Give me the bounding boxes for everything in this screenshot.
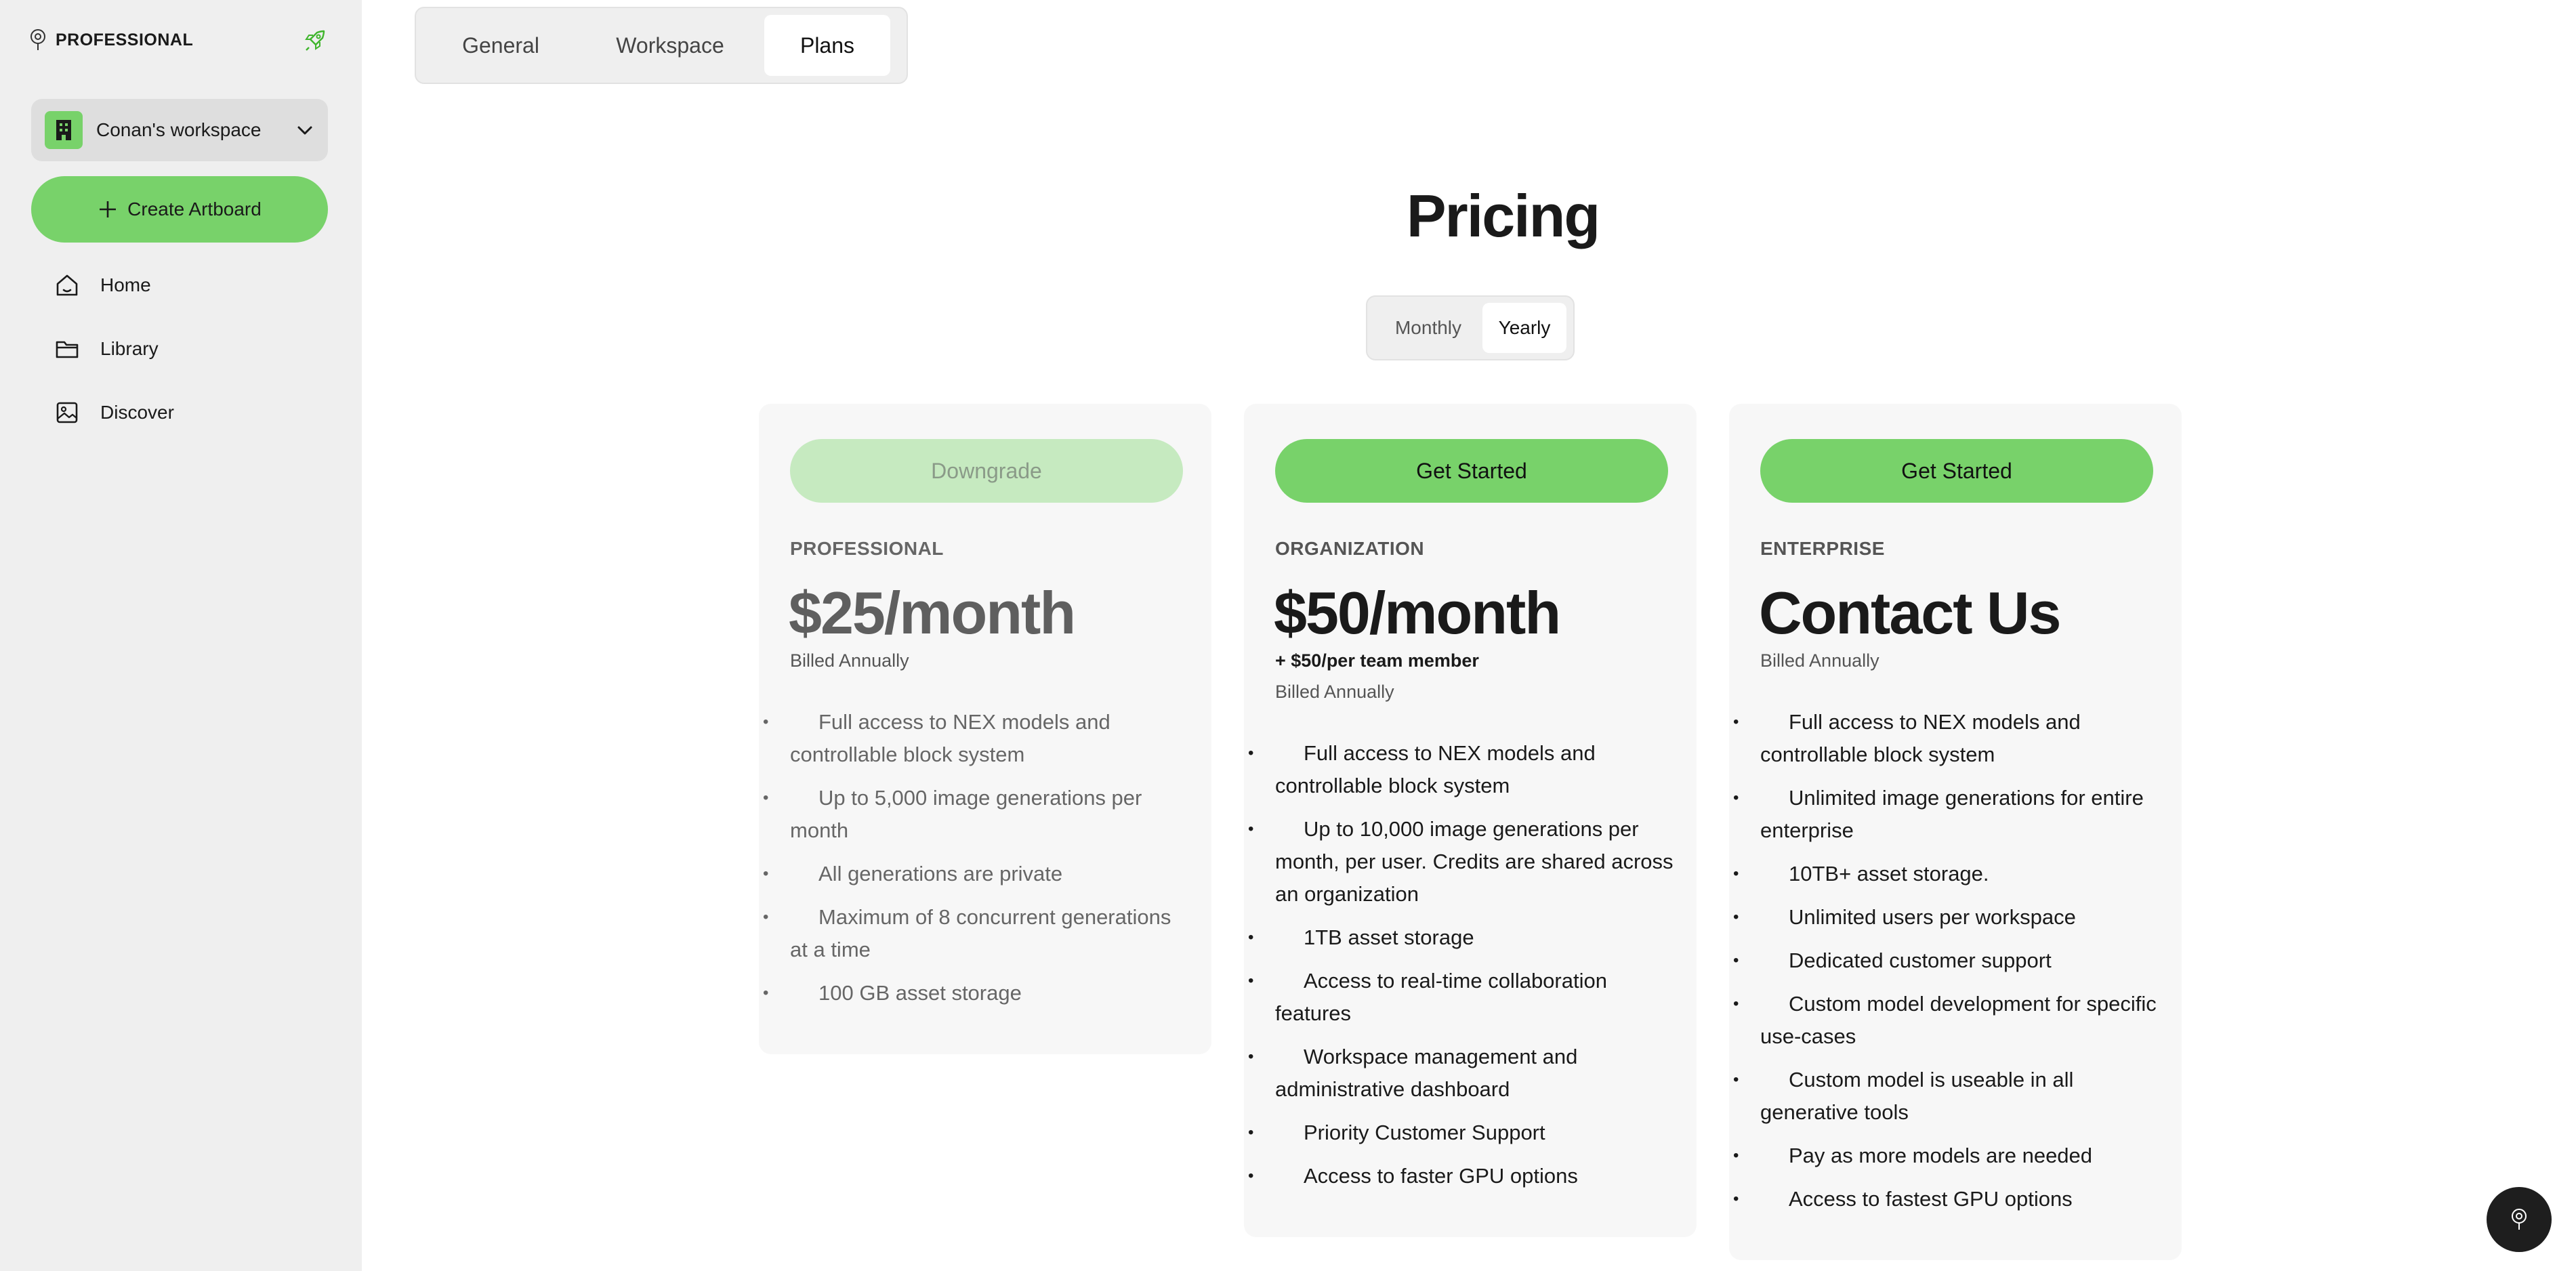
billing-note: Billed Annually	[790, 650, 909, 671]
brand[interactable]: PROFESSIONAL	[30, 28, 193, 51]
list-item: Access to real-time collaboration featur…	[1248, 965, 1675, 1030]
list-item: Access to faster GPU options	[1248, 1160, 1675, 1192]
plan-price: Contact Us	[1759, 579, 2061, 646]
list-item: Access to fastest GPU options	[1733, 1183, 2160, 1215]
list-item: Up to 10,000 image generations per month…	[1248, 813, 1675, 911]
tab-plans[interactable]: Plans	[764, 15, 890, 76]
tab-general[interactable]: General	[423, 15, 579, 76]
list-item: Unlimited users per workspace	[1733, 901, 2160, 934]
get-started-button[interactable]: Get Started	[1275, 439, 1668, 503]
help-button[interactable]	[2487, 1187, 2552, 1252]
feature-list: Full access to NEX models and controllab…	[1248, 737, 1675, 1203]
billing-period-toggle: Monthly Yearly	[1366, 295, 1575, 360]
home-icon	[56, 274, 78, 296]
monthly-option[interactable]: Monthly	[1374, 303, 1482, 353]
plan-card-enterprise: Get Started ENTERPRISE Contact Us Billed…	[1729, 404, 2182, 1260]
yearly-option[interactable]: Yearly	[1482, 303, 1566, 353]
workspace-name: Conan's workspace	[96, 119, 262, 140]
list-item: Full access to NEX models and controllab…	[1248, 737, 1675, 802]
list-item: Unlimited image generations for entire e…	[1733, 782, 2160, 847]
billing-note: Billed Annually	[1275, 682, 1394, 702]
workspace-building-icon	[45, 111, 83, 149]
brand-name: PROFESSIONAL	[56, 30, 194, 49]
feature-list: Full access to NEX models and controllab…	[763, 706, 1190, 1020]
plan-card-organization: Get Started ORGANIZATION $50/month + $50…	[1244, 404, 1697, 1237]
list-item: Full access to NEX models and controllab…	[1733, 706, 2160, 771]
list-item: 10TB+ asset storage.	[1733, 858, 2160, 890]
page-title: Pricing	[1406, 182, 1600, 249]
plan-price: $25/month	[789, 579, 1076, 646]
list-item: Custom model development for specific us…	[1733, 988, 2160, 1053]
brain-logo-icon	[2512, 1209, 2527, 1230]
billing-note: Billed Annually	[1760, 650, 1879, 671]
sidebar-item-label: Discover	[100, 402, 174, 423]
plan-tier: ORGANIZATION	[1275, 538, 1425, 559]
sidebar-item-home[interactable]: Home	[54, 272, 151, 298]
list-item: Maximum of 8 concurrent generations at a…	[763, 901, 1190, 966]
pricing-heading: Pricing	[0, 182, 2576, 251]
get-started-button[interactable]: Get Started	[1760, 439, 2153, 503]
sidebar-item-discover[interactable]: Discover	[54, 400, 174, 425]
downgrade-button[interactable]: Downgrade	[790, 439, 1183, 503]
tab-workspace[interactable]: Workspace	[579, 15, 762, 76]
list-item: Workspace management and administrative …	[1248, 1041, 1675, 1106]
feature-list: Full access to NEX models and controllab…	[1733, 706, 2160, 1226]
settings-tabs: General Workspace Plans	[415, 7, 908, 84]
list-item: Full access to NEX models and controllab…	[763, 706, 1190, 771]
list-item: Pay as more models are needed	[1733, 1140, 2160, 1172]
workspace-selector[interactable]: Conan's workspace	[31, 99, 328, 161]
list-item: Dedicated customer support	[1733, 944, 2160, 977]
list-item: All generations are private	[763, 858, 1190, 890]
plan-price: $50/month	[1274, 579, 1561, 646]
rocket-icon[interactable]	[304, 28, 327, 53]
image-icon	[56, 402, 78, 423]
list-item: 100 GB asset storage	[763, 977, 1190, 1009]
sidebar-item-label: Library	[100, 338, 159, 359]
sidebar-item-label: Home	[100, 274, 151, 295]
brain-logo-icon	[30, 29, 45, 50]
chevron-down-icon	[297, 126, 312, 135]
list-item: 1TB asset storage	[1248, 921, 1675, 954]
sidebar-item-library[interactable]: Library	[54, 336, 159, 362]
plan-card-professional: Downgrade PROFESSIONAL $25/month Billed …	[759, 404, 1211, 1054]
list-item: Custom model is useable in all generativ…	[1733, 1064, 2160, 1129]
list-item: Up to 5,000 image generations per month	[763, 782, 1190, 847]
list-item: Priority Customer Support	[1248, 1117, 1675, 1149]
plan-tier: PROFESSIONAL	[790, 538, 944, 559]
folder-icon	[56, 341, 79, 358]
per-member-price: + $50/per team member	[1275, 650, 1479, 671]
plan-tier: ENTERPRISE	[1760, 538, 1885, 559]
